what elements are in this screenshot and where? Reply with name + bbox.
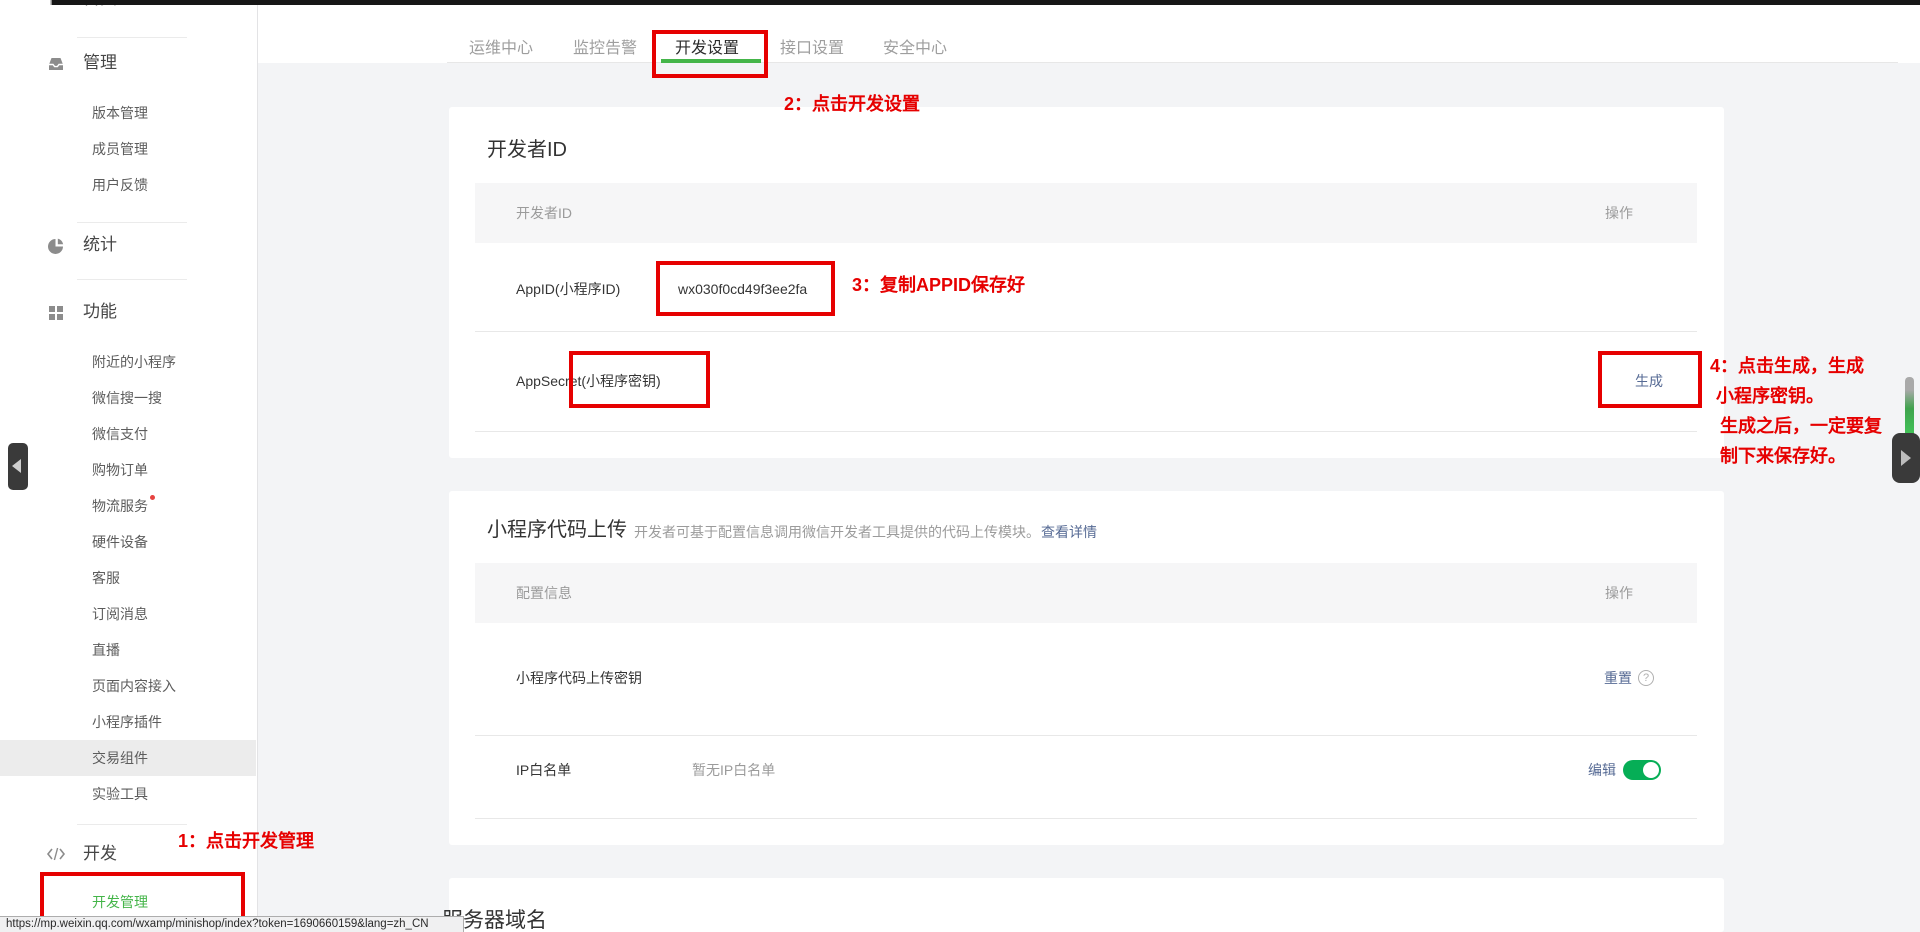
sidebar-divider xyxy=(77,37,187,38)
ip-whitelist-label: IP白名单 xyxy=(516,760,571,780)
annotation-step4-line3: 生成之后，一定要复 xyxy=(1710,411,1882,441)
sidebar-item-lab-tools[interactable]: 实验工具 xyxy=(92,784,148,804)
wechat-miniprogram-admin: 首页 管理 版本管理 成员管理 用户反馈 统计 功能 附近的小程序 微信搜一搜 … xyxy=(0,0,1920,932)
edit-ip-whitelist-button[interactable]: 编辑 xyxy=(1588,760,1616,780)
code-upload-table-header: 配置信息 操作 xyxy=(475,563,1697,623)
row-divider xyxy=(475,735,1697,736)
upload-key-label: 小程序代码上传密钥 xyxy=(516,668,642,688)
row-divider xyxy=(475,331,1697,332)
appid-label: AppID(小程序ID) xyxy=(516,279,620,299)
dev-code-icon xyxy=(46,845,66,865)
row-divider xyxy=(475,431,1697,432)
next-arrow-button[interactable] xyxy=(1892,433,1920,483)
column-header-name: 开发者ID xyxy=(516,183,572,243)
annotation-box-step4 xyxy=(1598,351,1702,408)
annotation-step3: 3：复制APPID保存好 xyxy=(852,271,1025,297)
code-upload-card: 小程序代码上传 开发者可基于配置信息调用微信开发者工具提供的代码上传模块。 查看… xyxy=(449,491,1724,845)
sidebar-divider xyxy=(77,824,187,825)
sidebar-item-feedback[interactable]: 用户反馈 xyxy=(92,175,148,195)
server-domain-card xyxy=(449,878,1724,932)
toggle-knob xyxy=(1643,762,1659,778)
sidebar-group-features[interactable]: 功能 xyxy=(83,300,117,324)
sidebar-item-trade-component[interactable]: 交易组件 xyxy=(92,748,148,768)
sidebar-group-dev[interactable]: 开发 xyxy=(83,842,117,866)
annotation-box-step2 xyxy=(652,30,768,78)
sidebar-item-members[interactable]: 成员管理 xyxy=(92,139,148,159)
tab-security-center[interactable]: 安全中心 xyxy=(879,38,951,60)
sidebar-divider xyxy=(77,279,187,280)
sidebar-item-hardware[interactable]: 硬件设备 xyxy=(92,532,148,552)
code-upload-desc: 开发者可基于配置信息调用微信开发者工具提供的代码上传模块。 xyxy=(634,522,1040,542)
new-badge-dot xyxy=(150,495,155,500)
sidebar-group-manage[interactable]: 管理 xyxy=(83,51,117,75)
column-header-name: 配置信息 xyxy=(516,563,572,623)
sidebar-item-logistics[interactable]: 物流服务 xyxy=(92,496,148,516)
annotation-step4-line2: 小程序密钥。 xyxy=(1710,381,1882,411)
tab-monitor-alert[interactable]: 监控告警 xyxy=(569,38,641,60)
sidebar-item-orders[interactable]: 购物订单 xyxy=(92,460,148,480)
sidebar-divider xyxy=(77,222,187,223)
annotation-step4: 4：点击生成，生成 小程序密钥。 生成之后，一定要复 制下来保存好。 xyxy=(1710,351,1882,471)
tab-api-settings[interactable]: 接口设置 xyxy=(776,38,848,60)
right-triangle-icon xyxy=(1901,450,1911,466)
column-header-action: 操作 xyxy=(1605,563,1633,623)
sidebar-item-pagecontent[interactable]: 页面内容接入 xyxy=(92,676,176,696)
annotation-step2: 2：点击开发设置 xyxy=(784,90,920,116)
stats-pie-icon xyxy=(46,236,66,256)
sidebar: 首页 管理 版本管理 成员管理 用户反馈 统计 功能 附近的小程序 微信搜一搜 … xyxy=(0,0,258,932)
sidebar-item-nearby[interactable]: 附近的小程序 xyxy=(92,352,176,372)
sidebar-item-live[interactable]: 直播 xyxy=(92,640,120,660)
browser-status-bar: https://mp.weixin.qq.com/wxamp/minishop/… xyxy=(0,916,464,932)
developer-id-title: 开发者ID xyxy=(487,136,567,164)
tab-ops-center[interactable]: 运维中心 xyxy=(465,38,537,60)
sidebar-item-plugins[interactable]: 小程序插件 xyxy=(92,712,162,732)
sidebar-item-wepay[interactable]: 微信支付 xyxy=(92,424,148,444)
reset-key-button[interactable]: 重置 xyxy=(1604,668,1632,688)
developer-id-table-header: 开发者ID 操作 xyxy=(475,183,1697,243)
sidebar-item-version[interactable]: 版本管理 xyxy=(92,103,148,123)
column-header-action: 操作 xyxy=(1605,183,1633,243)
annotation-box-step3 xyxy=(656,261,835,316)
sidebar-item-search[interactable]: 微信搜一搜 xyxy=(92,388,162,408)
left-triangle-icon xyxy=(12,459,21,473)
prev-arrow-button[interactable] xyxy=(8,443,28,490)
sidebar-group-stats[interactable]: 统计 xyxy=(83,233,117,257)
features-grid-icon xyxy=(46,303,66,323)
question-icon[interactable]: ? xyxy=(1638,670,1654,686)
sidebar-item-service[interactable]: 客服 xyxy=(92,568,120,588)
annotation-step4-line4: 制下来保存好。 xyxy=(1710,441,1882,471)
annotation-step1: 1：点击开发管理 xyxy=(178,827,314,853)
sidebar-item-subscribe[interactable]: 订阅消息 xyxy=(92,604,148,624)
window-top-edge xyxy=(52,0,1920,5)
manage-inbox-icon xyxy=(46,54,66,74)
annotation-box-appsecret xyxy=(569,351,710,408)
view-details-link[interactable]: 查看详情 xyxy=(1041,522,1097,542)
code-upload-title: 小程序代码上传 xyxy=(487,516,627,544)
ip-whitelist-toggle[interactable] xyxy=(1623,760,1661,780)
row-divider xyxy=(475,818,1697,819)
annotation-step4-line1: 4：点击生成，生成 xyxy=(1710,351,1882,381)
ip-whitelist-value: 暂无IP白名单 xyxy=(692,760,775,780)
